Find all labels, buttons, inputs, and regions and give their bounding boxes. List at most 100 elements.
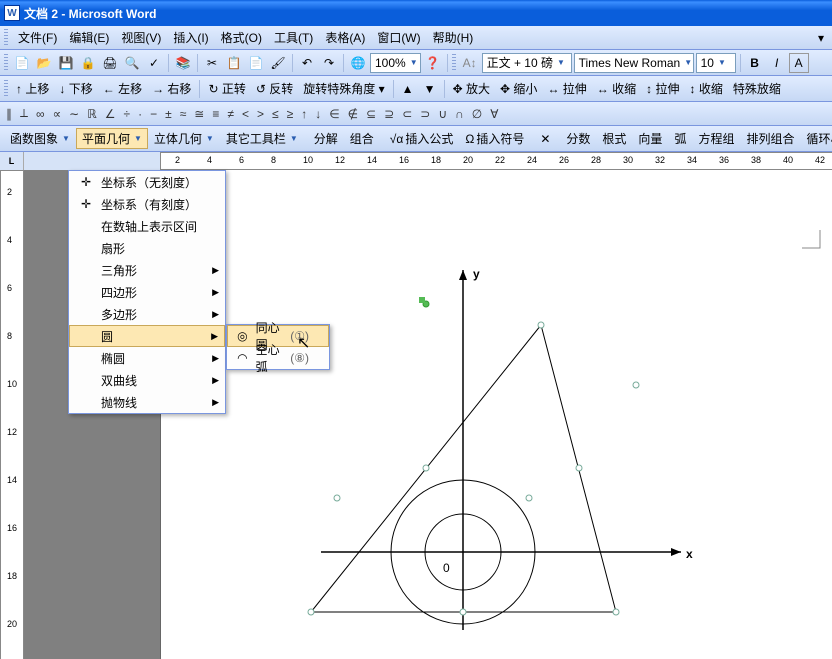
math-symbol[interactable]: ≅ [194, 107, 204, 121]
menu-item-f[interactable]: 文件(F) [12, 29, 63, 47]
new-doc-button[interactable]: 📄 [12, 53, 32, 73]
stretch-v-button[interactable]: ↕ 拉伸 [642, 80, 683, 97]
rotate-cw-button[interactable]: ↻ 正转 [204, 80, 249, 97]
menu-item-i[interactable]: 插入(I) [167, 29, 214, 47]
print-preview-button[interactable]: 🔍 [122, 53, 142, 73]
math-symbol[interactable]: ∼ [69, 107, 79, 121]
equation-system-button[interactable]: 方程组 [692, 128, 740, 149]
menu-椭圆[interactable]: 椭圆▶ [69, 347, 225, 369]
font-combo[interactable]: Times New Roman▼ [574, 53, 694, 73]
move-up-button[interactable]: ↑ 上移 [12, 80, 53, 97]
submenu-空心弧[interactable]: ◠空心弧(⑧) [227, 347, 329, 369]
math-symbol[interactable]: ÷ [124, 107, 131, 121]
rotate-ccw-button[interactable]: ↺ 反转 [252, 80, 297, 97]
menu-item-o[interactable]: 格式(O) [215, 29, 268, 47]
menu-双曲线[interactable]: 双曲线▶ [69, 369, 225, 391]
recurring-decimal-button[interactable]: 循环小数 [800, 128, 832, 149]
move-down-button[interactable]: ↓ 下移 [55, 80, 96, 97]
math-symbol[interactable]: ↑ [301, 107, 307, 121]
other-toolbars-menu[interactable]: 其它工具栏▼ [220, 128, 304, 149]
menu-四边形[interactable]: 四边形▶ [69, 281, 225, 303]
help-button[interactable]: ❓ [423, 53, 443, 73]
shrink-h-button[interactable]: ↔ 收缩 [593, 80, 640, 97]
print-button[interactable]: 🖨 [100, 53, 120, 73]
spellcheck-button[interactable]: ✓ [144, 53, 164, 73]
menu-扇形[interactable]: 扇形 [69, 237, 225, 259]
math-symbol[interactable]: ∀ [490, 107, 498, 121]
style-apply-button[interactable]: A↕ [460, 53, 480, 73]
cut-button[interactable]: ✂ [202, 53, 222, 73]
page[interactable]: x y 0 [160, 170, 832, 659]
math-symbol[interactable]: ∩ [455, 107, 464, 121]
math-symbol[interactable]: ⊂ [402, 107, 412, 121]
math-symbol[interactable]: · [138, 107, 142, 121]
plane-geometry-menu[interactable]: 平面几何▼ [76, 128, 148, 149]
math-symbol[interactable]: ∠ [105, 107, 116, 121]
undo-button[interactable]: ↶ [297, 53, 317, 73]
menu-item-e[interactable]: 编辑(E) [63, 29, 115, 47]
insert-formula-button[interactable]: √α 插入公式 [384, 128, 460, 149]
math-symbol[interactable]: > [257, 107, 264, 121]
menu-item-h[interactable]: 帮助(H) [427, 29, 480, 47]
flip-v-button[interactable]: ▼ [420, 79, 440, 99]
solid-geometry-menu[interactable]: 立体几何▼ [148, 128, 220, 149]
menu-圆[interactable]: 圆▶ [69, 325, 225, 347]
ungroup-button[interactable]: 分解 [308, 128, 344, 149]
save-button[interactable]: 💾 [56, 53, 76, 73]
stretch-h-button[interactable]: ↔ 拉伸 [543, 80, 590, 97]
embox-button[interactable]: A [789, 53, 809, 73]
vertical-ruler[interactable]: 2468101214161820 [0, 170, 24, 659]
horizontal-ruler[interactable]: 24681012141618202224262830323436384042 [160, 152, 832, 170]
zoom-out-button[interactable]: ✥ 缩小 [496, 80, 541, 97]
menu-item-v[interactable]: 视图(V) [115, 29, 167, 47]
insert-symbol-button[interactable]: Ω 插入符号 [459, 128, 530, 149]
redo-button[interactable]: ↷ [319, 53, 339, 73]
menu-抛物线[interactable]: 抛物线▶ [69, 391, 225, 413]
math-symbol[interactable]: ≥ [287, 107, 294, 121]
menu-坐标系（无刻度）[interactable]: ✛坐标系（无刻度） [69, 171, 225, 193]
math-symbol[interactable]: ∉ [348, 107, 358, 121]
math-symbol[interactable]: ⊃ [420, 107, 430, 121]
menu-item-t[interactable]: 工具(T) [268, 29, 319, 47]
rotate-angle-button[interactable]: 旋转特殊角度 ▾ [299, 80, 388, 97]
ruler-corner-icon[interactable]: L [0, 152, 24, 170]
math-symbol[interactable]: ∞ [36, 107, 45, 121]
menu-多边形[interactable]: 多边形▶ [69, 303, 225, 325]
math-symbol[interactable]: ℝ [87, 107, 97, 121]
zoom-combo[interactable]: 100%▼ [370, 53, 421, 73]
copy-button[interactable]: 📋 [224, 53, 244, 73]
math-symbol[interactable]: ↓ [315, 107, 321, 121]
style-combo[interactable]: 正文 + 10 磅▼ [482, 53, 572, 73]
permission-button[interactable]: 🔒 [78, 53, 98, 73]
bold-button[interactable]: B [745, 53, 765, 73]
menu-三角形[interactable]: 三角形▶ [69, 259, 225, 281]
format-painter-button[interactable]: 🖌 [268, 53, 288, 73]
menu-坐标系（有刻度）[interactable]: ✛坐标系（有刻度） [69, 193, 225, 215]
flip-h-button[interactable]: ▲ [398, 79, 418, 99]
special-scale-button[interactable]: 特殊放缩 [729, 80, 785, 97]
research-button[interactable]: 📚 [173, 53, 193, 73]
move-right-button[interactable]: → 右移 [148, 80, 195, 97]
math-symbol[interactable]: ⊇ [384, 107, 394, 121]
math-symbol[interactable]: ≈ [180, 107, 187, 121]
zoom-in-button[interactable]: ✥ 放大 [449, 80, 494, 97]
paste-button[interactable]: 📄 [246, 53, 266, 73]
fraction-button[interactable]: 分数 [560, 128, 596, 149]
move-left-button[interactable]: ← 左移 [99, 80, 146, 97]
menu-item-w[interactable]: 窗口(W) [371, 29, 426, 47]
italic-button[interactable]: I [767, 53, 787, 73]
shrink-v-button[interactable]: ↕ 收缩 [686, 80, 727, 97]
math-symbol[interactable]: ∈ [329, 107, 339, 121]
math-symbol[interactable]: ≡ [212, 107, 219, 121]
math-symbol[interactable]: ± [165, 107, 172, 121]
permutation-button[interactable]: 排列组合 [740, 128, 800, 149]
menu-在数轴上表示区间[interactable]: 在数轴上表示区间 [69, 215, 225, 237]
math-symbol[interactable]: − [150, 107, 157, 121]
function-graph-menu[interactable]: 函数图象▼ [4, 128, 76, 149]
math-symbol[interactable]: ∅ [472, 107, 482, 121]
group-button[interactable]: 组合 [344, 128, 380, 149]
math-symbol[interactable]: ⟂ [20, 106, 28, 121]
geometry-diagram[interactable]: x y 0 [281, 250, 711, 630]
math-symbol[interactable]: ∪ [438, 107, 447, 121]
menu-collapse-icon[interactable]: ▾ [818, 31, 828, 45]
